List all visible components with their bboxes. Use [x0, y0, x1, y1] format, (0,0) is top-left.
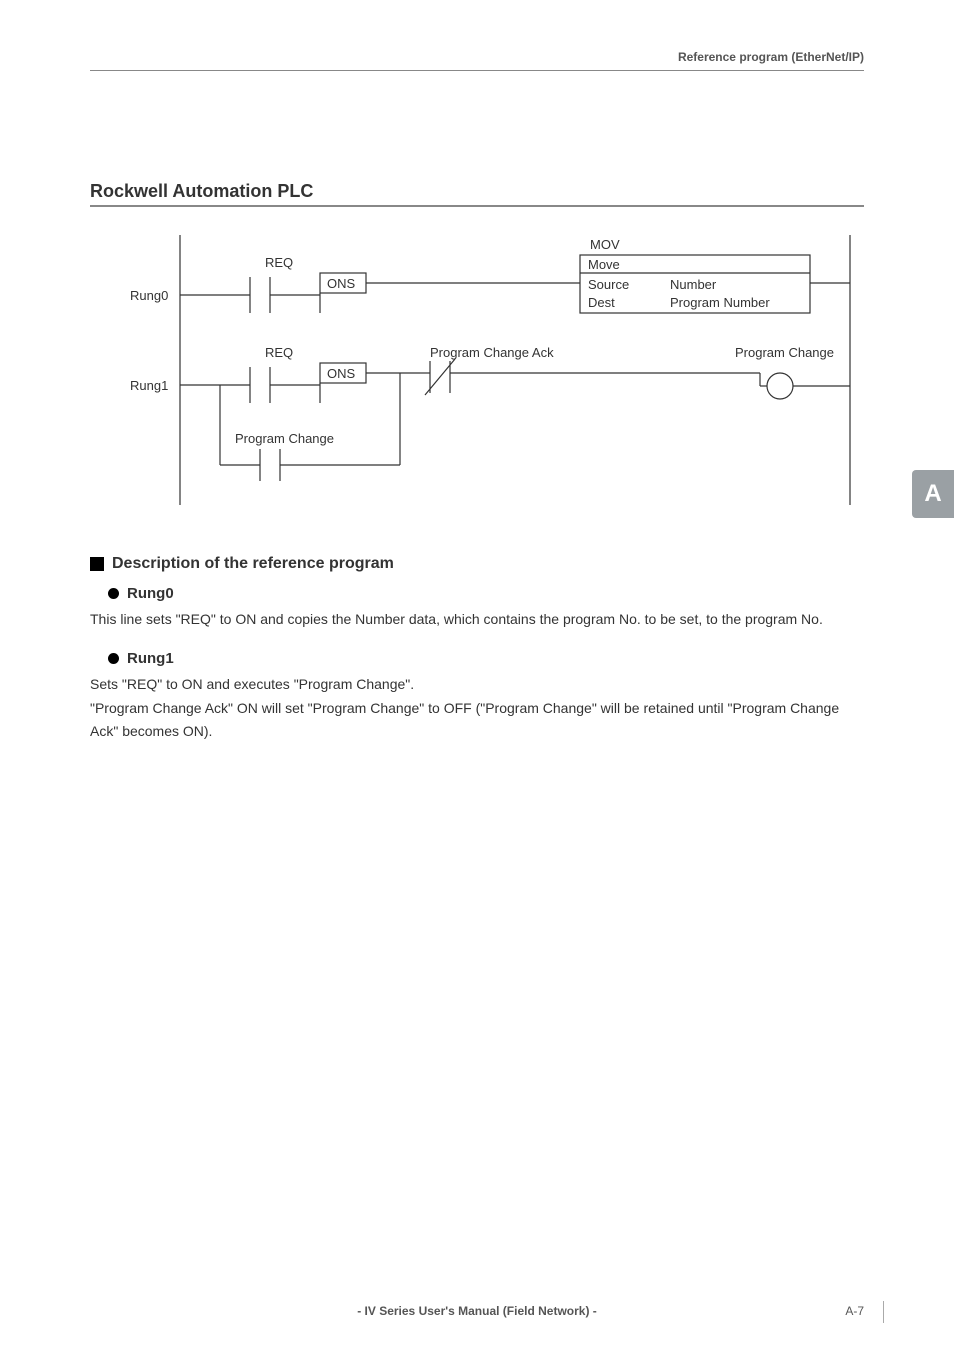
ons-label-0: ONS	[327, 276, 356, 291]
rung0-title: Rung0	[127, 585, 174, 602]
mov-label: MOV	[590, 237, 620, 252]
number-label: Number	[670, 277, 717, 292]
section-rule	[90, 205, 864, 207]
ons-label-1: ONS	[327, 366, 356, 381]
rung0-text: This line sets "REQ" to ON and copies th…	[90, 608, 864, 632]
rung1-heading-row: Rung1	[108, 650, 864, 667]
footer-center: - IV Series User's Manual (Field Network…	[357, 1304, 597, 1318]
req-label-0: REQ	[265, 255, 293, 270]
move-label: Move	[588, 257, 620, 272]
page-number: A-7	[845, 1304, 864, 1318]
description-heading-row: Description of the reference program	[90, 555, 864, 573]
rung1-label: Rung1	[130, 378, 168, 393]
header-rule	[90, 70, 864, 71]
square-bullet-icon	[90, 557, 104, 571]
rung1-text: Sets "REQ" to ON and executes "Program C…	[90, 673, 864, 744]
program-number-label: Program Number	[670, 295, 770, 310]
ladder-svg: Rung0 REQ ONS MOV Move Source Dest Numbe…	[120, 225, 860, 515]
rung0-heading-row: Rung0	[108, 585, 864, 602]
dest-label: Dest	[588, 295, 615, 310]
rung0-label: Rung0	[130, 288, 168, 303]
breadcrumb: Reference program (EtherNet/IP)	[90, 50, 864, 64]
req-label-1: REQ	[265, 345, 293, 360]
rung1-title: Rung1	[127, 650, 174, 667]
footer-divider	[883, 1301, 884, 1323]
source-label: Source	[588, 277, 629, 292]
description-heading: Description of the reference program	[112, 555, 394, 573]
program-change-ack-label: Program Change Ack	[430, 345, 554, 360]
program-change-output-label: Program Change	[735, 345, 834, 360]
appendix-tab: A	[912, 470, 954, 518]
footer: - IV Series User's Manual (Field Network…	[0, 1304, 954, 1318]
circle-bullet-icon	[108, 588, 119, 599]
program-change-contact-label: Program Change	[235, 431, 334, 446]
circle-bullet-icon	[108, 653, 119, 664]
section-title: Rockwell Automation PLC	[90, 181, 864, 202]
ladder-diagram: Rung0 REQ ONS MOV Move Source Dest Numbe…	[120, 225, 864, 515]
